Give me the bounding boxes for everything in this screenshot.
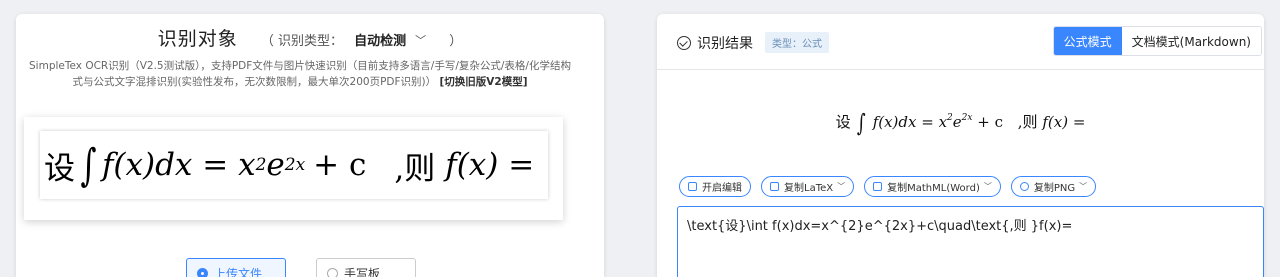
- upload-file-label: 上传文件: [214, 266, 263, 277]
- radio-icon: [327, 267, 338, 277]
- formula-expr-b: e: [266, 147, 285, 183]
- result-title: 识别结果: [697, 35, 753, 52]
- integral-sign: ∫: [857, 109, 867, 137]
- rendered-text-pre: 设: [835, 113, 851, 131]
- rendered-expr-c: + c: [977, 113, 1003, 131]
- recognition-type-value[interactable]: 自动检测: [354, 34, 406, 49]
- target-header: 识别对象 （ 识别类型： 自动检测 ﹀ ）: [16, 24, 604, 51]
- formula-text-pre: 设: [44, 150, 75, 187]
- copy-latex-label: 复制LaTeX: [784, 183, 834, 194]
- document-icon: [873, 182, 883, 191]
- uploaded-image-preview: 设 ∫ f(x)dx = x 2 e 2x + c ,则 f(x) =: [24, 117, 563, 220]
- rendered-expr-d: f(x) =: [1042, 113, 1086, 131]
- close-paren: ）: [449, 34, 463, 49]
- image-icon: [1019, 182, 1029, 191]
- integral-sign: ∫: [80, 139, 97, 191]
- edit-icon: [688, 182, 697, 191]
- panel-title: 识别对象: [157, 28, 238, 50]
- formula-mode-button[interactable]: 公式模式: [1053, 27, 1122, 55]
- formula-expr-c: + c: [313, 147, 367, 183]
- mode-switch: 公式模式 文档模式(Markdown): [1052, 26, 1262, 56]
- rendered-text-post: ,则: [1017, 113, 1038, 131]
- enable-edit-label: 开启编辑: [702, 183, 742, 194]
- check-circle-icon: [677, 35, 691, 50]
- recognition-type-select[interactable]: 自动检测 ﹀: [348, 30, 431, 49]
- copy-latex-button[interactable]: 复制LaTeX ﹀: [761, 176, 855, 197]
- recognition-type-label: （ 识别类型：: [260, 34, 343, 49]
- rendered-expr-b: e: [952, 113, 962, 131]
- result-toolbar: 开启编辑 复制LaTeX ﹀ 复制MathML(Word) ﹀ 复制PNG ﹀: [679, 176, 1097, 197]
- ocr-description: SimpleTex OCR识别（V2.5测试版），支持PDF文件与图片快速识别（…: [26, 58, 574, 90]
- copy-mathml-label: 复制MathML(Word): [887, 183, 980, 194]
- result-title-group: 识别结果 类型：公式: [677, 32, 829, 53]
- recognition-target-panel: 识别对象 （ 识别类型： 自动检测 ﹀ ） SimpleTex OCR识别（V2…: [16, 14, 604, 277]
- handwrite-label: 手写板: [344, 266, 381, 277]
- chevron-down-icon[interactable]: ﹀: [837, 181, 845, 192]
- latex-source-field[interactable]: \text{设}\int f(x)dx=x^{2}e^{2x}+c\quad\t…: [677, 206, 1264, 277]
- upload-file-option[interactable]: 上传文件: [186, 258, 286, 277]
- enable-edit-button[interactable]: 开启编辑: [679, 176, 751, 197]
- formula-expr-a: f(x)dx = x: [101, 147, 256, 183]
- result-header: 识别结果 类型：公式 公式模式 文档模式(Markdown): [657, 14, 1264, 70]
- rendered-formula: 设 ∫ f(x)dx = x2e2x + c ,则 f(x) =: [657, 109, 1264, 137]
- formula-expr-d: f(x) =: [445, 147, 535, 183]
- rendered-exp-2: 2x: [961, 113, 973, 123]
- formula-exp-2: 2x: [284, 155, 306, 175]
- recognition-result-panel: 识别结果 类型：公式 公式模式 文档模式(Markdown) 设 ∫ f(x)d…: [657, 14, 1264, 277]
- switch-old-version-link[interactable]: [切换旧版V2模型]: [440, 76, 528, 88]
- copy-mathml-button[interactable]: 复制MathML(Word) ﹀: [864, 176, 1001, 197]
- result-type-badge: 类型：公式: [765, 32, 829, 53]
- document-mode-button[interactable]: 文档模式(Markdown): [1121, 27, 1261, 55]
- formula-image: 设 ∫ f(x)dx = x 2 e 2x + c ,则 f(x) =: [40, 131, 548, 199]
- copy-png-label: 复制PNG: [1033, 183, 1076, 194]
- radio-selected-icon: [197, 267, 208, 277]
- formula-text-post: ,则: [394, 150, 436, 187]
- rendered-expr-a: f(x)dx = x: [872, 113, 948, 131]
- chevron-down-icon[interactable]: ﹀: [1079, 181, 1087, 192]
- copy-icon: [770, 182, 779, 191]
- chevron-down-icon[interactable]: ﹀: [984, 181, 992, 192]
- chevron-down-icon[interactable]: ﹀: [415, 32, 426, 48]
- formula-exp-1: 2: [255, 155, 267, 175]
- handwrite-option[interactable]: 手写板: [316, 258, 416, 277]
- copy-png-button[interactable]: 复制PNG ﹀: [1010, 176, 1097, 197]
- input-mode-options: 上传文件 手写板: [186, 258, 416, 277]
